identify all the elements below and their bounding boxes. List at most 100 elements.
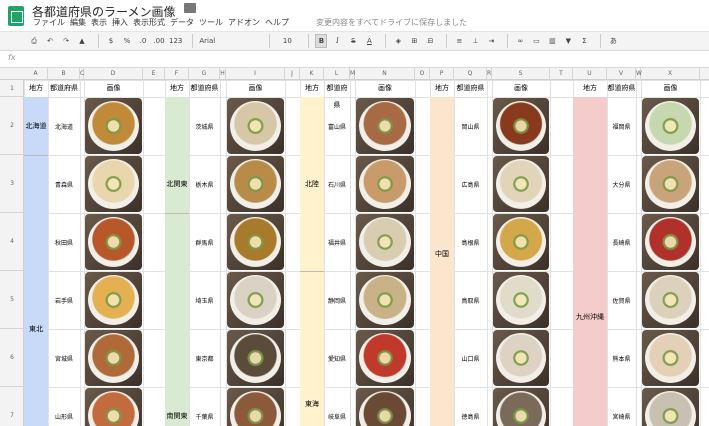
prefecture-cell[interactable]: 秋田県 bbox=[48, 238, 80, 247]
menu-item[interactable]: データ bbox=[170, 17, 199, 28]
folder-icon[interactable] bbox=[184, 3, 196, 13]
link-icon[interactable]: ∞ bbox=[514, 34, 526, 48]
column-header-u[interactable]: U bbox=[573, 68, 607, 80]
ramen-photo[interactable] bbox=[85, 272, 142, 328]
ramen-photo[interactable] bbox=[642, 98, 699, 154]
ramen-photo[interactable] bbox=[493, 272, 549, 328]
region-label[interactable]: 北関東 bbox=[165, 179, 189, 189]
ramen-photo[interactable] bbox=[642, 330, 699, 386]
prefecture-cell[interactable]: 佐賀県 bbox=[607, 296, 636, 305]
column-header-s[interactable]: S bbox=[492, 68, 550, 80]
bold-button[interactable]: B bbox=[315, 34, 328, 48]
italic-button[interactable]: I bbox=[331, 34, 343, 48]
column-header-x[interactable]: X bbox=[641, 68, 700, 80]
ramen-photo[interactable] bbox=[356, 330, 414, 386]
comment-icon[interactable]: ▭ bbox=[530, 34, 542, 48]
region-label[interactable]: 中国 bbox=[430, 249, 454, 259]
column-header-j[interactable]: J bbox=[285, 68, 300, 80]
prefecture-cell[interactable]: 福井県 bbox=[324, 238, 350, 247]
region-label[interactable]: 東北 bbox=[24, 324, 48, 334]
ramen-photo[interactable] bbox=[227, 272, 284, 328]
column-header-p[interactable]: P bbox=[430, 68, 454, 80]
ramen-photo[interactable] bbox=[85, 156, 142, 212]
column-header-q[interactable]: Q bbox=[454, 68, 487, 80]
redo-icon[interactable]: ↷ bbox=[60, 34, 72, 48]
function-icon[interactable]: Σ bbox=[578, 34, 590, 48]
region-label[interactable]: 東海 bbox=[300, 399, 324, 409]
prefecture-cell[interactable]: 鳥取県 bbox=[454, 296, 487, 305]
ramen-photo[interactable] bbox=[642, 388, 699, 426]
text-wrap-icon[interactable]: ⇥ bbox=[485, 34, 497, 48]
column-header-t[interactable]: T bbox=[550, 68, 573, 80]
prefecture-cell[interactable]: 石川県 bbox=[324, 180, 350, 189]
ramen-photo[interactable] bbox=[493, 156, 549, 212]
column-header-k[interactable]: K bbox=[300, 68, 324, 80]
ramen-photo[interactable] bbox=[227, 156, 284, 212]
merge-cells-icon[interactable]: ⊟ bbox=[424, 34, 436, 48]
vertical-align-icon[interactable]: ⊥ bbox=[469, 34, 481, 48]
ramen-photo[interactable] bbox=[227, 98, 284, 154]
column-header-d[interactable]: D bbox=[84, 68, 143, 80]
row-header-6[interactable]: 6 bbox=[0, 329, 24, 387]
increase-decimal-button[interactable]: .00 bbox=[153, 34, 165, 48]
prefecture-cell[interactable]: 埼玉県 bbox=[189, 296, 220, 305]
prefecture-cell[interactable]: 宮崎県 bbox=[607, 412, 636, 421]
prefecture-cell[interactable]: 大分県 bbox=[607, 180, 636, 189]
row-header-1[interactable]: 1 bbox=[0, 80, 24, 97]
borders-icon[interactable]: ⊞ bbox=[408, 34, 420, 48]
row-header-2[interactable]: 2 bbox=[0, 97, 24, 155]
fill-color-icon[interactable]: ◈ bbox=[392, 34, 404, 48]
prefecture-cell[interactable]: 福岡県 bbox=[607, 122, 636, 131]
ramen-photo[interactable] bbox=[356, 214, 414, 270]
region-label[interactable]: 九州沖縄 bbox=[573, 312, 607, 322]
row-header-5[interactable]: 5 bbox=[0, 271, 24, 329]
column-header-a[interactable]: A bbox=[24, 68, 48, 80]
star-icon[interactable]: ☆ bbox=[167, 2, 177, 15]
input-tools-button[interactable]: あ bbox=[607, 34, 619, 48]
ramen-photo[interactable] bbox=[85, 214, 142, 270]
prefecture-cell[interactable]: 富山県 bbox=[324, 122, 350, 131]
ramen-photo[interactable] bbox=[85, 98, 142, 154]
ramen-photo[interactable] bbox=[642, 214, 699, 270]
row-header-7[interactable]: 7 bbox=[0, 387, 24, 426]
region-label[interactable]: 北陸 bbox=[300, 179, 324, 189]
column-header-o[interactable]: O bbox=[415, 68, 430, 80]
menu-item[interactable]: 挿入 bbox=[112, 17, 133, 28]
ramen-photo[interactable] bbox=[227, 330, 284, 386]
align-left-icon[interactable]: ≡ bbox=[453, 34, 465, 48]
formula-bar[interactable]: fx bbox=[0, 52, 709, 68]
sheets-logo-icon[interactable] bbox=[8, 6, 24, 26]
region-label[interactable]: 北海道 bbox=[24, 121, 48, 131]
ramen-photo[interactable] bbox=[85, 388, 142, 426]
region-label[interactable]: 南関東 bbox=[165, 411, 189, 421]
prefecture-cell[interactable]: 岩手県 bbox=[48, 296, 80, 305]
prefecture-cell[interactable]: 山口県 bbox=[454, 354, 487, 363]
filter-icon[interactable]: ▼ bbox=[562, 34, 574, 48]
prefecture-cell[interactable]: 静岡県 bbox=[324, 296, 350, 305]
chart-icon[interactable]: ▥ bbox=[546, 34, 558, 48]
prefecture-cell[interactable]: 東京都 bbox=[189, 354, 220, 363]
prefecture-cell[interactable]: 茨城県 bbox=[189, 122, 220, 131]
ramen-photo[interactable] bbox=[493, 388, 549, 426]
row-header-4[interactable]: 4 bbox=[0, 213, 24, 271]
ramen-photo[interactable] bbox=[227, 388, 284, 426]
menu-item[interactable]: 表示形式 bbox=[133, 17, 170, 28]
ramen-photo[interactable] bbox=[356, 98, 414, 154]
ramen-photo[interactable] bbox=[642, 156, 699, 212]
currency-icon[interactable]: $ bbox=[105, 34, 117, 48]
menu-item[interactable]: ヘルプ bbox=[265, 17, 294, 28]
prefecture-cell[interactable]: 栃木県 bbox=[189, 180, 220, 189]
prefecture-cell[interactable]: 宮城県 bbox=[48, 354, 80, 363]
ramen-photo[interactable] bbox=[493, 330, 549, 386]
prefecture-cell[interactable]: 徳島県 bbox=[454, 412, 487, 421]
prefecture-cell[interactable]: 長崎県 bbox=[607, 238, 636, 247]
undo-icon[interactable]: ↶ bbox=[44, 34, 56, 48]
ramen-photo[interactable] bbox=[642, 272, 699, 328]
ramen-photo[interactable] bbox=[356, 388, 414, 426]
column-header-n[interactable]: N bbox=[355, 68, 415, 80]
ramen-photo[interactable] bbox=[493, 214, 549, 270]
paint-format-icon[interactable]: ▲ bbox=[76, 34, 88, 48]
spreadsheet-grid[interactable]: 地方 都道府県 画像 北海道 東北 北海道 青森県 秋田県 岩手県 宮城県 山形県 地方 都道府県 画像北… bbox=[24, 80, 709, 426]
column-header-g[interactable]: G bbox=[189, 68, 220, 80]
ramen-photo[interactable] bbox=[356, 156, 414, 212]
